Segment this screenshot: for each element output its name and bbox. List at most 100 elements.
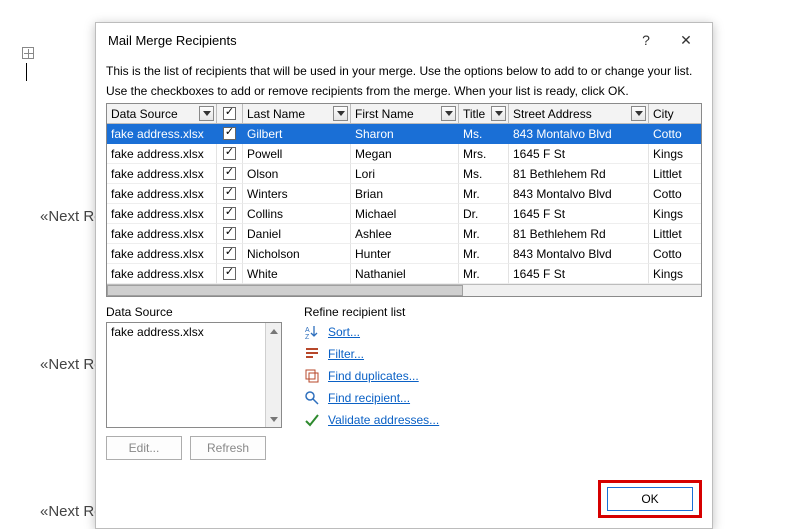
cell-title: Mr. [459, 244, 509, 264]
cell-first-name: Michael [351, 204, 459, 224]
cell-title: Mr. [459, 224, 509, 244]
validate-addresses-link[interactable]: Validate addresses... [304, 412, 702, 428]
table-row[interactable]: fake address.xlsxDanielAshleeMr.81 Bethl… [107, 224, 701, 244]
cell-title: Mr. [459, 184, 509, 204]
find-duplicates-link[interactable]: Find duplicates... [304, 368, 702, 384]
checkbox-icon [223, 267, 236, 280]
checkbox-icon [223, 207, 236, 220]
scroll-down-icon[interactable] [266, 411, 281, 427]
recipients-grid: Data Source Last Name First Name Title S… [106, 103, 702, 297]
dialog-titlebar[interactable]: Mail Merge Recipients ? ✕ [96, 23, 712, 57]
cell-city: Kings [649, 264, 701, 284]
col-select-all[interactable] [217, 104, 243, 124]
cell-title: Ms. [459, 124, 509, 144]
grid-horizontal-scrollbar[interactable] [107, 284, 701, 296]
checkbox-icon [223, 247, 236, 260]
cell-last-name: Winters [243, 184, 351, 204]
cell-data-source: fake address.xlsx [107, 184, 217, 204]
checkbox-icon [223, 227, 236, 240]
table-anchor-icon [22, 47, 34, 59]
checkbox-icon [223, 107, 236, 120]
cell-checkbox[interactable] [217, 224, 243, 244]
cell-title: Dr. [459, 204, 509, 224]
cell-title: Ms. [459, 164, 509, 184]
chevron-down-icon[interactable] [631, 106, 646, 121]
mail-merge-recipients-dialog: Mail Merge Recipients ? ✕ This is the li… [95, 22, 713, 529]
svg-text:A: A [305, 327, 310, 334]
scrollbar-thumb[interactable] [107, 285, 463, 296]
cell-title: Mr. [459, 264, 509, 284]
cell-city: Kings [649, 204, 701, 224]
cell-last-name: Powell [243, 144, 351, 164]
col-title[interactable]: Title [459, 104, 509, 124]
refine-label: Refine recipient list [304, 305, 702, 319]
cell-last-name: Collins [243, 204, 351, 224]
cell-checkbox[interactable] [217, 264, 243, 284]
instructions-line-2: Use the checkboxes to add or remove reci… [106, 83, 702, 99]
find-recipient-icon [304, 390, 320, 406]
checkbox-icon [223, 127, 236, 140]
cell-checkbox[interactable] [217, 244, 243, 264]
cell-checkbox[interactable] [217, 144, 243, 164]
col-street-address[interactable]: Street Address [509, 104, 649, 124]
cell-street-address: 1645 F St [509, 264, 649, 284]
cell-checkbox[interactable] [217, 164, 243, 184]
close-icon: ✕ [680, 32, 692, 49]
cell-data-source: fake address.xlsx [107, 244, 217, 264]
checkbox-icon [223, 147, 236, 160]
cell-street-address: 81 Bethlehem Rd [509, 224, 649, 244]
help-icon: ? [642, 32, 650, 48]
edit-button[interactable]: Edit... [106, 436, 182, 460]
cell-city: Cotto [649, 124, 701, 144]
find-recipient-link[interactable]: Find recipient... [304, 390, 702, 406]
cell-first-name: Ashlee [351, 224, 459, 244]
text-cursor [26, 63, 27, 81]
cell-last-name: White [243, 264, 351, 284]
table-row[interactable]: fake address.xlsx WintersBrianMr.843 Mont… [107, 184, 701, 204]
table-row[interactable]: fake address.xlsxNicholsonHunterMr.843 M… [107, 244, 701, 264]
col-first-name[interactable]: First Name [351, 104, 459, 124]
filter-link[interactable]: Filter... [304, 346, 702, 362]
cell-last-name: Gilbert [243, 124, 351, 144]
grid-header: Data Source Last Name First Name Title S… [107, 104, 701, 124]
cell-checkbox[interactable] [217, 124, 243, 144]
col-city[interactable]: City [649, 104, 701, 124]
ok-button[interactable]: OK [607, 487, 693, 511]
chevron-down-icon[interactable] [441, 106, 456, 121]
cell-checkbox[interactable] [217, 184, 243, 204]
help-button[interactable]: ? [626, 26, 666, 54]
table-row[interactable]: fake address.xlsx WhiteNathanielMr.1645 F… [107, 264, 701, 284]
chevron-down-icon[interactable] [199, 106, 214, 121]
col-last-name[interactable]: Last Name [243, 104, 351, 124]
scroll-up-icon[interactable] [266, 323, 281, 339]
sort-link[interactable]: AZ Sort... [304, 324, 702, 340]
table-row[interactable]: fake address.xlsxOlsonLoriMs.81 Bethlehe… [107, 164, 701, 184]
table-row[interactable]: fake address.xlsxPowellMeganMrs.1645 F S… [107, 144, 701, 164]
data-source-item[interactable]: fake address.xlsx [111, 325, 204, 339]
cell-first-name: Brian [351, 184, 459, 204]
refresh-button[interactable]: Refresh [190, 436, 266, 460]
cell-city: Littlet [649, 164, 701, 184]
cell-last-name: Daniel [243, 224, 351, 244]
col-data-source[interactable]: Data Source [107, 104, 217, 124]
data-source-list[interactable]: fake address.xlsx [106, 322, 282, 428]
cell-data-source: fake address.xlsx [107, 204, 217, 224]
close-button[interactable]: ✕ [666, 26, 706, 54]
cell-first-name: Nathaniel [351, 264, 459, 284]
cell-checkbox[interactable] [217, 204, 243, 224]
cell-street-address: 81 Bethlehem Rd [509, 164, 649, 184]
cell-first-name: Lori [351, 164, 459, 184]
list-scrollbar[interactable] [265, 323, 281, 427]
cell-data-source: fake address.xlsx [107, 124, 217, 144]
cell-last-name: Nicholson [243, 244, 351, 264]
cell-data-source: fake address.xlsx [107, 264, 217, 284]
data-source-label: Data Source [106, 305, 290, 319]
table-row[interactable]: fake address.xlsxCollinsMichaelDr.1645 F… [107, 204, 701, 224]
dialog-title: Mail Merge Recipients [108, 33, 237, 48]
table-row[interactable]: fake address.xlsxGilbertSharonMs.843 Mon… [107, 124, 701, 144]
chevron-down-icon[interactable] [491, 106, 506, 121]
cell-street-address: 843 Montalvo Blvd [509, 184, 649, 204]
cell-city: Cotto [649, 184, 701, 204]
cell-data-source: fake address.xlsx [107, 144, 217, 164]
chevron-down-icon[interactable] [333, 106, 348, 121]
